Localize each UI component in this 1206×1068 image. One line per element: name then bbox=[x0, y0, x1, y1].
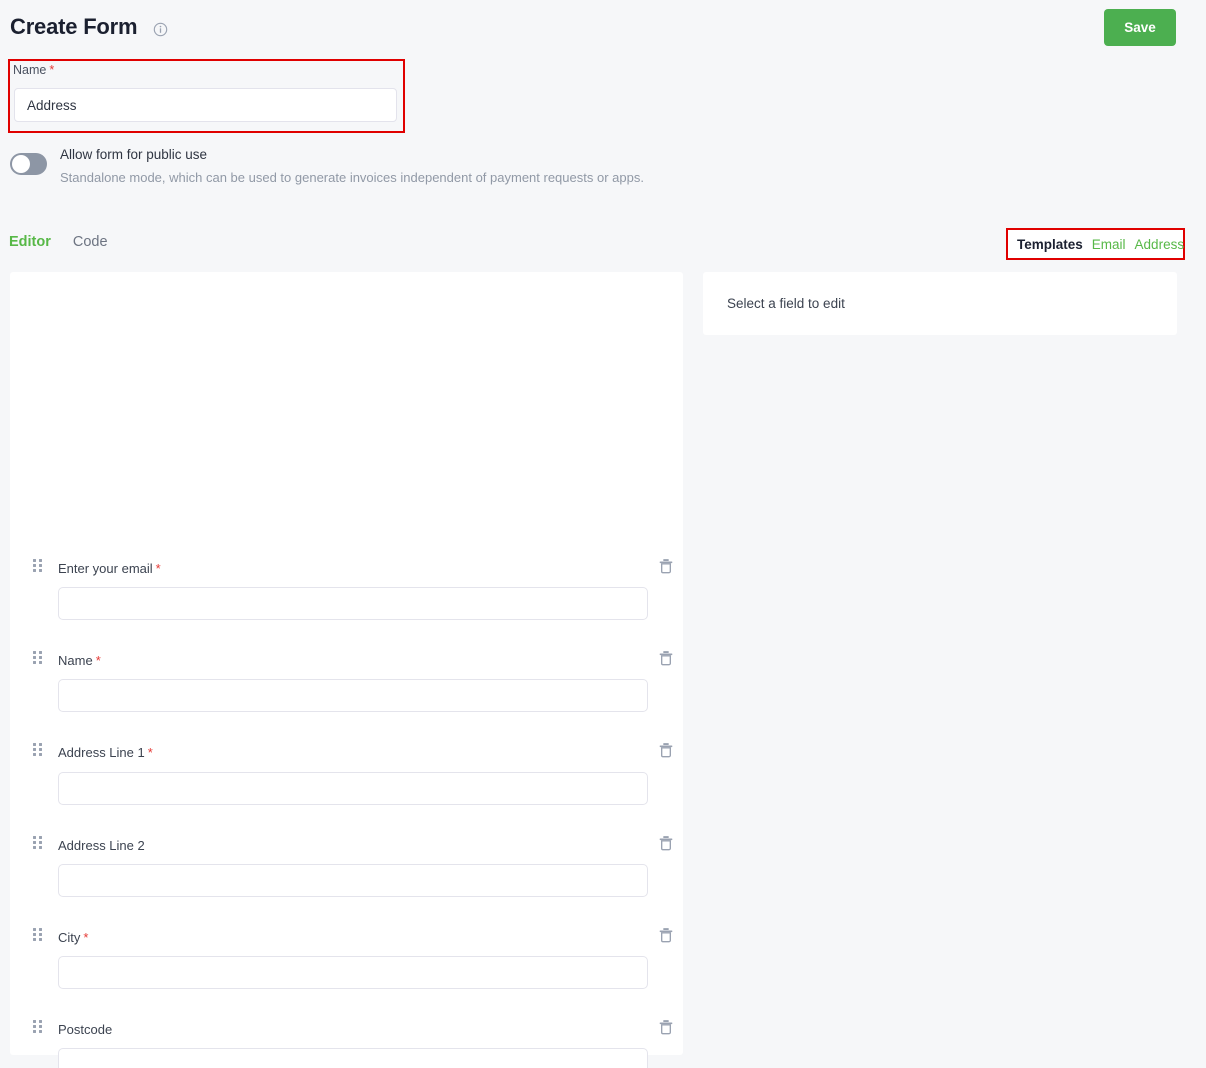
tab-editor[interactable]: Editor bbox=[9, 234, 51, 250]
field-settings-empty-text: Select a field to edit bbox=[727, 296, 845, 311]
required-asterisk: * bbox=[155, 561, 161, 576]
form-field-label: City * bbox=[58, 930, 88, 945]
drag-handle-icon[interactable] bbox=[33, 651, 42, 665]
form-field-label: Postcode bbox=[58, 1022, 112, 1037]
form-field-label: Enter your email * bbox=[58, 561, 161, 576]
form-field-label-text: Name bbox=[58, 653, 93, 668]
toggle-knob bbox=[12, 155, 30, 173]
form-field-label-text: City bbox=[58, 930, 81, 945]
template-link-email[interactable]: Email bbox=[1092, 237, 1126, 252]
page-title: Create Form bbox=[10, 14, 138, 39]
drag-handle-icon[interactable] bbox=[33, 836, 42, 850]
save-button[interactable]: Save bbox=[1104, 9, 1176, 46]
templates-label: Templates bbox=[1017, 236, 1083, 252]
form-field-label-text: Postcode bbox=[58, 1022, 113, 1037]
info-circle-icon[interactable] bbox=[153, 22, 168, 37]
trash-icon[interactable] bbox=[657, 741, 677, 761]
required-asterisk: * bbox=[83, 930, 89, 945]
form-field-label-text: Address Line 2 bbox=[58, 838, 145, 853]
form-field-label: Address Line 1 * bbox=[58, 745, 153, 760]
trash-icon[interactable] bbox=[657, 1018, 677, 1038]
form-field-input[interactable] bbox=[58, 587, 648, 620]
drag-handle-icon[interactable] bbox=[33, 743, 42, 757]
trash-icon[interactable] bbox=[657, 926, 677, 946]
editor-tabs: Editor Code bbox=[9, 234, 108, 250]
create-form-page: Create Form Save Name* Allow form for pu… bbox=[0, 0, 1206, 1068]
trash-icon[interactable] bbox=[657, 649, 677, 669]
template-link-address[interactable]: Address bbox=[1135, 237, 1185, 252]
form-editor-panel: Enter your email * Name * Address Line 1 * Add… bbox=[10, 272, 683, 1068]
required-asterisk: * bbox=[147, 745, 153, 760]
field-settings-panel: Select a field to edit bbox=[703, 272, 1177, 335]
form-field-input[interactable] bbox=[58, 956, 648, 989]
form-field-input[interactable] bbox=[58, 1048, 648, 1068]
trash-icon[interactable] bbox=[657, 834, 677, 854]
name-input[interactable] bbox=[14, 88, 397, 122]
name-field-label-text: Name bbox=[13, 63, 47, 77]
form-field-input[interactable] bbox=[58, 864, 648, 897]
form-field-label: Address Line 2 bbox=[58, 838, 145, 853]
tab-code[interactable]: Code bbox=[73, 234, 108, 250]
required-asterisk: * bbox=[95, 653, 101, 668]
required-asterisk: * bbox=[49, 63, 55, 77]
public-use-toggle[interactable] bbox=[10, 153, 47, 175]
trash-icon[interactable] bbox=[657, 557, 677, 577]
drag-handle-icon[interactable] bbox=[33, 928, 42, 942]
form-field-label: Name * bbox=[58, 653, 101, 668]
form-field-input[interactable] bbox=[58, 772, 648, 805]
public-use-toggle-title: Allow form for public use bbox=[60, 147, 208, 162]
form-field-label-text: Enter your email bbox=[58, 561, 153, 576]
drag-handle-icon[interactable] bbox=[33, 559, 42, 573]
form-field-label-text: Address Line 1 bbox=[58, 745, 145, 760]
public-use-toggle-description: Standalone mode, which can be used to ge… bbox=[60, 170, 644, 185]
drag-handle-icon[interactable] bbox=[33, 1020, 42, 1034]
templates-annotation-box: Templates Email Address bbox=[1006, 228, 1185, 260]
form-field-input[interactable] bbox=[58, 679, 648, 712]
name-field-label: Name * bbox=[13, 63, 54, 77]
